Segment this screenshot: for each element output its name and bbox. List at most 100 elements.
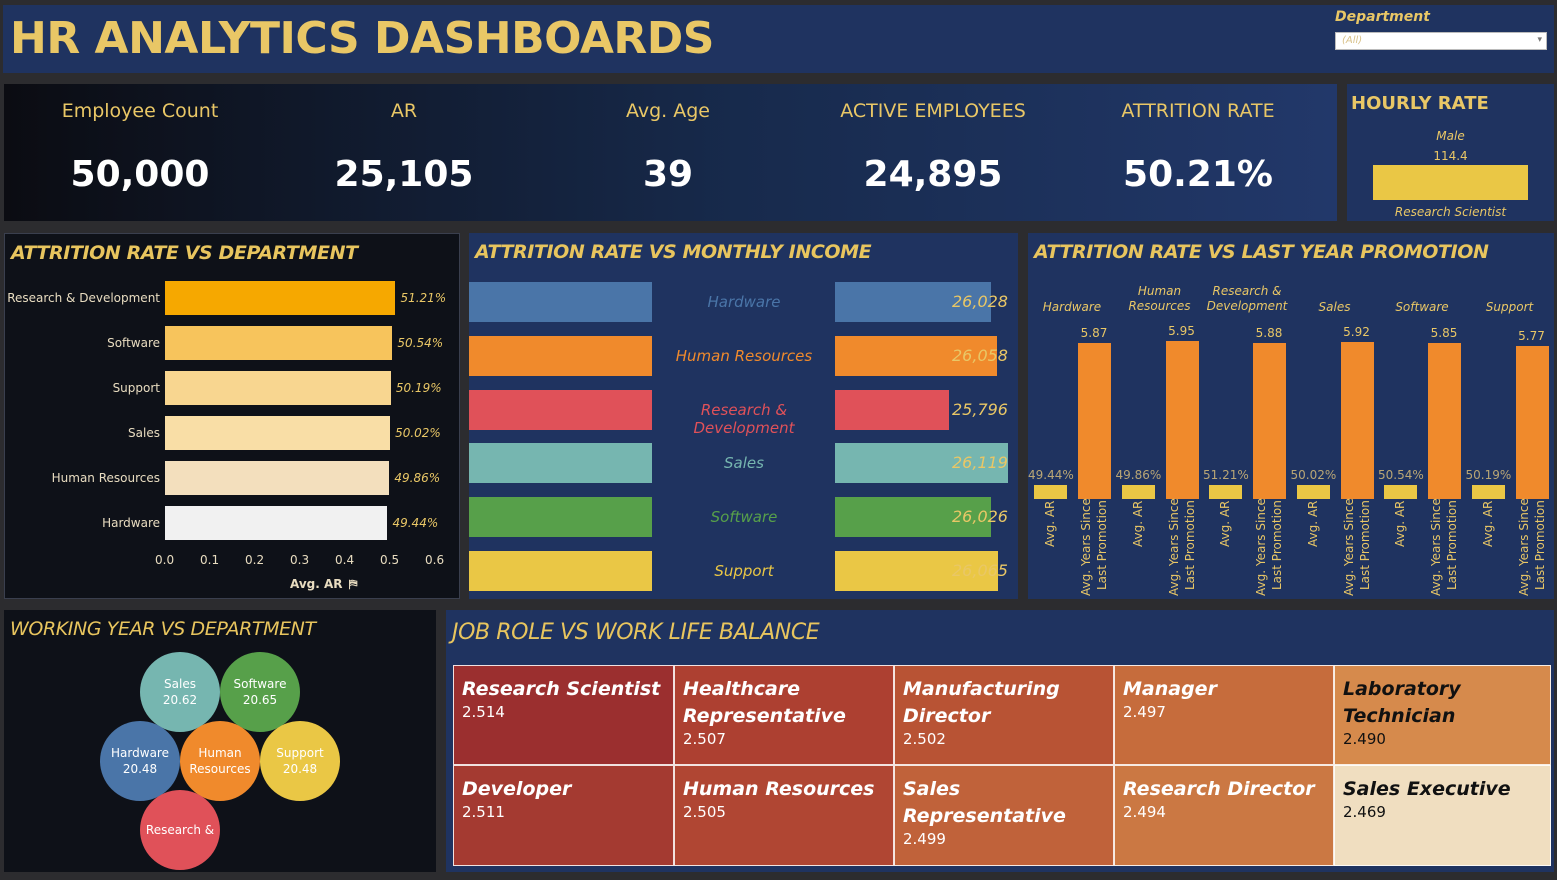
promotion-axis-label-years: Avg. Years Since <box>1079 498 1093 596</box>
department-filter-value: (All) <box>1342 35 1363 46</box>
promotion-years-bar[interactable] <box>1165 340 1199 499</box>
promotion-category-line: Software <box>1395 300 1449 314</box>
dept-axis-tick: 0.4 <box>335 553 355 567</box>
promotion-years-bar[interactable] <box>1253 342 1286 499</box>
header-bar: HR ANALYTICS DASHBOARDS <box>3 5 1554 73</box>
promotion-years-label: 5.92 <box>1343 324 1370 339</box>
hourly-rate-bar[interactable] <box>1373 165 1528 200</box>
promotion-years-bar[interactable] <box>1428 343 1461 499</box>
dept-category-label: Sales <box>128 426 160 440</box>
income-value-label: 26,065 <box>952 561 1008 580</box>
bubble-name: Sales <box>164 677 196 691</box>
hourly-rate-gender: Male <box>1436 129 1465 143</box>
income-category-label: Support <box>714 562 774 580</box>
promotion-category-line: Human <box>1137 284 1182 298</box>
income-attrition-bar[interactable] <box>469 390 652 430</box>
income-value-label: 26,028 <box>952 292 1008 311</box>
income-value-label: 26,058 <box>952 346 1008 365</box>
dept-bar[interactable] <box>165 371 391 405</box>
job-role-tile[interactable]: Research Director 2.494 <box>1114 765 1334 866</box>
bubble-name: Resources <box>189 762 251 776</box>
hourly-rate-panel: HOURLY RATE Male 114.4 Research Scientis… <box>1347 84 1554 221</box>
promotion-category-header: Human Resources <box>1118 284 1202 314</box>
kpi-label: Employee Count <box>61 100 219 122</box>
income-value-label: 26,119 <box>952 453 1008 472</box>
job-role-tile[interactable]: Sales Representative 2.499 <box>894 765 1114 866</box>
promotion-ar-bar[interactable] <box>1209 484 1242 499</box>
job-role-tile[interactable]: Laboratory Technician 2.490 <box>1334 665 1551 765</box>
promotion-ar-bar[interactable] <box>1471 484 1505 499</box>
bubble-support[interactable]: Support 20.48 <box>260 721 340 801</box>
income-value-label: 26,026 <box>952 507 1008 526</box>
promotion-ar-bar[interactable] <box>1296 484 1330 499</box>
promotion-ar-label: 49.86% <box>1115 468 1162 483</box>
promotion-years-bar[interactable] <box>1078 342 1111 499</box>
dept-bar[interactable] <box>165 281 396 315</box>
income-attrition-bar[interactable] <box>469 497 652 537</box>
job-role-tile[interactable]: Research Scientist 2.514 <box>453 665 674 765</box>
kpi-label: ACTIVE EMPLOYEES <box>840 100 1026 122</box>
bubble-software[interactable]: Software 20.65 <box>220 652 300 732</box>
promotion-ar-bar[interactable] <box>1034 485 1067 499</box>
bubble-name: Human <box>198 746 242 760</box>
bubble-human[interactable]: Human Resources <box>180 721 260 801</box>
job-role-value: 2.511 <box>462 803 505 821</box>
promotion-axis-label-ar: Avg. AR <box>1305 500 1320 547</box>
promotion-category-header: Sales <box>1293 300 1377 315</box>
filter-icon[interactable]: ⛿ <box>349 577 358 591</box>
job-role-tile[interactable]: Human Resources 2.505 <box>674 765 894 866</box>
promotion-axis-label-years: Last Promotion <box>1270 500 1284 590</box>
dept-value-label: 49.86% <box>394 471 441 485</box>
income-attrition-bar[interactable] <box>469 336 652 376</box>
kpi-value: 25,105 <box>334 154 474 195</box>
dept-value-label: 51.21% <box>400 291 447 305</box>
bubble-hardware[interactable]: Hardware 20.48 <box>100 721 180 801</box>
promotion-years-label: 5.95 <box>1168 323 1195 338</box>
kpi-value: 24,895 <box>863 154 1003 195</box>
promotion-category-header: Support <box>1468 300 1552 315</box>
chevron-down-icon[interactable]: ▾ <box>1537 35 1542 45</box>
promotion-axis-label-ar: Avg. AR <box>1043 500 1057 547</box>
dept-bar[interactable] <box>165 461 390 495</box>
promotion-ar-bar[interactable] <box>1384 484 1417 499</box>
dept-category-label: Research & Development <box>7 291 160 305</box>
bubble-value: 20.65 <box>242 693 278 707</box>
income-attrition-bar[interactable] <box>469 443 652 483</box>
dept-value-label: 50.02% <box>395 426 441 440</box>
promotion-axis-label-ar: Avg. AR <box>1480 500 1495 547</box>
dept-bar[interactable] <box>165 416 391 450</box>
income-value-bar[interactable] <box>835 390 949 430</box>
job-role-name: Manager <box>1123 678 1217 700</box>
income-attrition-bar[interactable] <box>469 551 652 591</box>
promotion-ar-label: 50.54% <box>1378 467 1424 482</box>
department-filter-dropdown[interactable]: (All) ▾ <box>1335 32 1547 50</box>
promotion-category-line: Hardware <box>1042 300 1102 314</box>
income-category-label: Sales <box>724 454 764 472</box>
promotion-years-label: 5.85 <box>1430 326 1458 341</box>
income-attrition-bar[interactable] <box>469 282 652 322</box>
job-role-name: Developer <box>462 778 572 800</box>
promotion-axis-label-years: Avg. Years Since <box>1341 498 1356 596</box>
dept-bar[interactable] <box>165 506 388 540</box>
promotion-category-line: Development <box>1206 299 1288 313</box>
dept-bar[interactable] <box>165 326 393 360</box>
income-category-label: Software <box>710 508 778 526</box>
job-role-value: 2.497 <box>1123 703 1166 721</box>
promotion-years-bar[interactable] <box>1340 341 1374 499</box>
job-role-tile[interactable]: Healthcare Representative 2.507 <box>674 665 894 765</box>
job-role-tile[interactable]: Manufacturing Director 2.502 <box>894 665 1114 765</box>
bubble-sales[interactable]: Sales 20.62 <box>140 652 220 732</box>
promotion-years-bar[interactable] <box>1515 345 1549 499</box>
promotion-axis-label-years: Last Promotion <box>1095 500 1109 590</box>
income-category-label: Research & Development <box>693 401 795 437</box>
bubble-research[interactable]: Research & <box>140 790 220 870</box>
job-role-tile[interactable]: Sales Executive 2.469 <box>1334 765 1551 866</box>
job-role-tile[interactable]: Manager 2.497 <box>1114 665 1334 765</box>
dashboard-title: HR ANALYTICS DASHBOARDS <box>10 13 715 64</box>
kpi-strip: Employee Count 50,000 AR 25,105 Avg. Age… <box>4 84 1337 221</box>
dept-value-label: 50.54% <box>397 336 444 350</box>
promotion-years-label: 5.87 <box>1080 325 1108 340</box>
promotion-ar-bar[interactable] <box>1121 485 1155 499</box>
job-role-tile[interactable]: Developer 2.511 <box>453 765 674 866</box>
bubble-value: 20.62 <box>162 693 198 707</box>
